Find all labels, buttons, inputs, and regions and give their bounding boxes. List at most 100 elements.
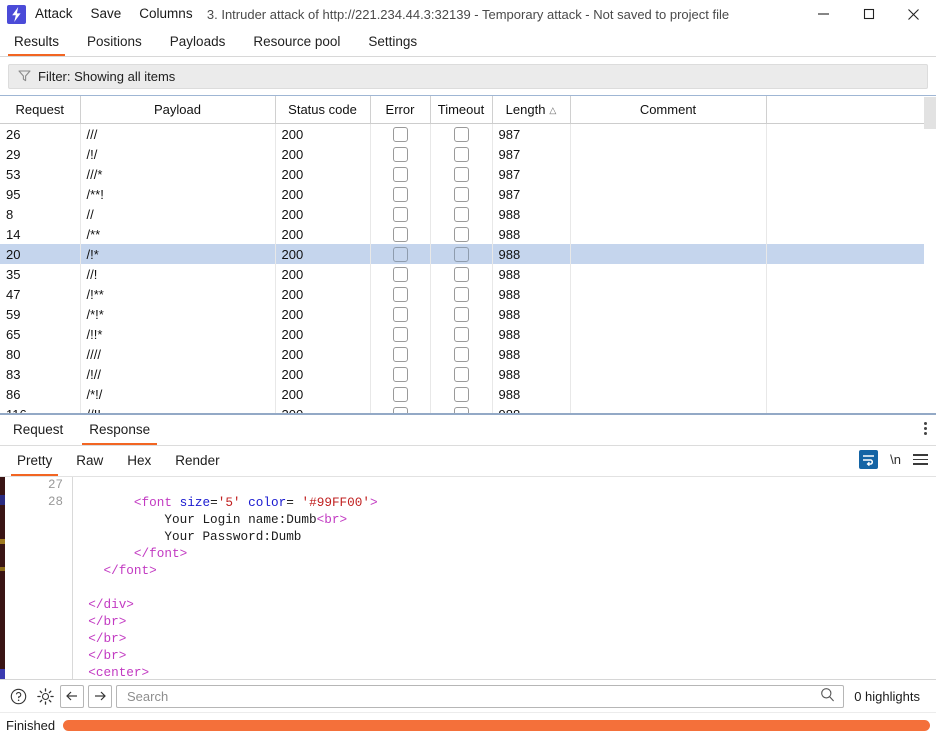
table-row[interactable]: 80////200988: [0, 344, 936, 364]
search-forward-button[interactable]: [88, 685, 112, 708]
table-row[interactable]: 29/!/200987: [0, 144, 936, 164]
table-row[interactable]: 20/!*200988: [0, 244, 936, 264]
cell-timeout-checkbox[interactable]: [454, 347, 469, 362]
menu-save[interactable]: Save: [82, 0, 131, 28]
cell-timeout[interactable]: [430, 264, 492, 284]
cell-error[interactable]: [370, 224, 430, 244]
results-scrollbar[interactable]: [924, 97, 936, 412]
table-row[interactable]: 53///*200987: [0, 164, 936, 184]
cell-error[interactable]: [370, 264, 430, 284]
cell-error-checkbox[interactable]: [393, 387, 408, 402]
cell-timeout[interactable]: [430, 164, 492, 184]
col-header-request[interactable]: Request: [0, 96, 80, 124]
cell-timeout[interactable]: [430, 144, 492, 164]
kebab-menu-icon[interactable]: [924, 422, 927, 435]
cell-error-checkbox[interactable]: [393, 127, 408, 142]
filter-bar[interactable]: Filter: Showing all items: [8, 64, 928, 89]
cell-timeout-checkbox[interactable]: [454, 127, 469, 142]
col-header-comment[interactable]: Comment: [570, 96, 766, 124]
cell-error[interactable]: [370, 124, 430, 145]
cell-timeout[interactable]: [430, 184, 492, 204]
table-row[interactable]: 35//!200988: [0, 264, 936, 284]
cell-error-checkbox[interactable]: [393, 207, 408, 222]
gear-icon[interactable]: [33, 684, 57, 708]
cell-timeout-checkbox[interactable]: [454, 387, 469, 402]
cell-timeout[interactable]: [430, 124, 492, 145]
response-viewer[interactable]: 272829 <font size='5' color= '#99FF00'> …: [0, 477, 936, 679]
help-circle-icon[interactable]: [6, 684, 30, 708]
col-header-payload[interactable]: Payload: [80, 96, 275, 124]
table-row[interactable]: 59/*!*200988: [0, 304, 936, 324]
table-row[interactable]: 83/!//200988: [0, 364, 936, 384]
cell-timeout[interactable]: [430, 284, 492, 304]
cell-timeout[interactable]: [430, 324, 492, 344]
maximize-icon[interactable]: [846, 0, 891, 28]
table-row[interactable]: 14/**200988: [0, 224, 936, 244]
cell-error[interactable]: [370, 324, 430, 344]
cell-error-checkbox[interactable]: [393, 267, 408, 282]
search-field[interactable]: [116, 685, 844, 708]
cell-timeout-checkbox[interactable]: [454, 327, 469, 342]
cell-error-checkbox[interactable]: [393, 187, 408, 202]
minimize-icon[interactable]: [801, 0, 846, 28]
search-back-button[interactable]: [60, 685, 84, 708]
cell-error-checkbox[interactable]: [393, 227, 408, 242]
cell-error-checkbox[interactable]: [393, 347, 408, 362]
tab-request[interactable]: Request: [0, 416, 76, 445]
menu-attack[interactable]: Attack: [26, 0, 82, 28]
cell-timeout-checkbox[interactable]: [454, 367, 469, 382]
magnifier-icon[interactable]: [820, 687, 835, 705]
col-header-error[interactable]: Error: [370, 96, 430, 124]
cell-error[interactable]: [370, 344, 430, 364]
tab-hex[interactable]: Hex: [115, 447, 163, 476]
cell-timeout-checkbox[interactable]: [454, 167, 469, 182]
cell-timeout-checkbox[interactable]: [454, 247, 469, 262]
cell-error-checkbox[interactable]: [393, 407, 408, 415]
tab-payloads[interactable]: Payloads: [156, 29, 240, 56]
col-header-length[interactable]: Length△: [492, 96, 570, 124]
cell-timeout-checkbox[interactable]: [454, 267, 469, 282]
tab-response[interactable]: Response: [76, 416, 163, 445]
cell-timeout[interactable]: [430, 404, 492, 415]
cell-error[interactable]: [370, 304, 430, 324]
col-header-timeout[interactable]: Timeout: [430, 96, 492, 124]
tab-render[interactable]: Render: [163, 447, 231, 476]
cell-timeout[interactable]: [430, 304, 492, 324]
cell-timeout-checkbox[interactable]: [454, 207, 469, 222]
table-row[interactable]: 116//!!200988: [0, 404, 936, 415]
cell-timeout[interactable]: [430, 224, 492, 244]
cell-error[interactable]: [370, 204, 430, 224]
table-row[interactable]: 65/!!*200988: [0, 324, 936, 344]
table-row[interactable]: 26///200987: [0, 124, 936, 145]
cell-timeout[interactable]: [430, 364, 492, 384]
cell-error-checkbox[interactable]: [393, 247, 408, 262]
tab-pretty[interactable]: Pretty: [5, 447, 64, 476]
table-row[interactable]: 8//200988: [0, 204, 936, 224]
cell-error[interactable]: [370, 384, 430, 404]
cell-timeout-checkbox[interactable]: [454, 287, 469, 302]
cell-error-checkbox[interactable]: [393, 167, 408, 182]
cell-error[interactable]: [370, 364, 430, 384]
results-scrollbar-thumb[interactable]: [924, 97, 936, 129]
cell-timeout[interactable]: [430, 204, 492, 224]
cell-error[interactable]: [370, 284, 430, 304]
cell-error-checkbox[interactable]: [393, 287, 408, 302]
table-row[interactable]: 86/*!/200988: [0, 384, 936, 404]
menu-columns[interactable]: Columns: [130, 0, 201, 28]
cell-error[interactable]: [370, 184, 430, 204]
cell-timeout[interactable]: [430, 344, 492, 364]
cell-timeout-checkbox[interactable]: [454, 187, 469, 202]
tab-resource-pool[interactable]: Resource pool: [239, 29, 354, 56]
tab-settings[interactable]: Settings: [354, 29, 431, 56]
cell-timeout-checkbox[interactable]: [454, 147, 469, 162]
cell-error[interactable]: [370, 144, 430, 164]
table-row[interactable]: 95/**!200987: [0, 184, 936, 204]
cell-error-checkbox[interactable]: [393, 367, 408, 382]
search-input[interactable]: [125, 688, 820, 705]
col-header-status-code[interactable]: Status code: [275, 96, 370, 124]
hamburger-menu-icon[interactable]: [913, 454, 928, 465]
cell-error-checkbox[interactable]: [393, 307, 408, 322]
word-wrap-icon[interactable]: [859, 450, 878, 469]
cell-error-checkbox[interactable]: [393, 327, 408, 342]
cell-timeout-checkbox[interactable]: [454, 227, 469, 242]
